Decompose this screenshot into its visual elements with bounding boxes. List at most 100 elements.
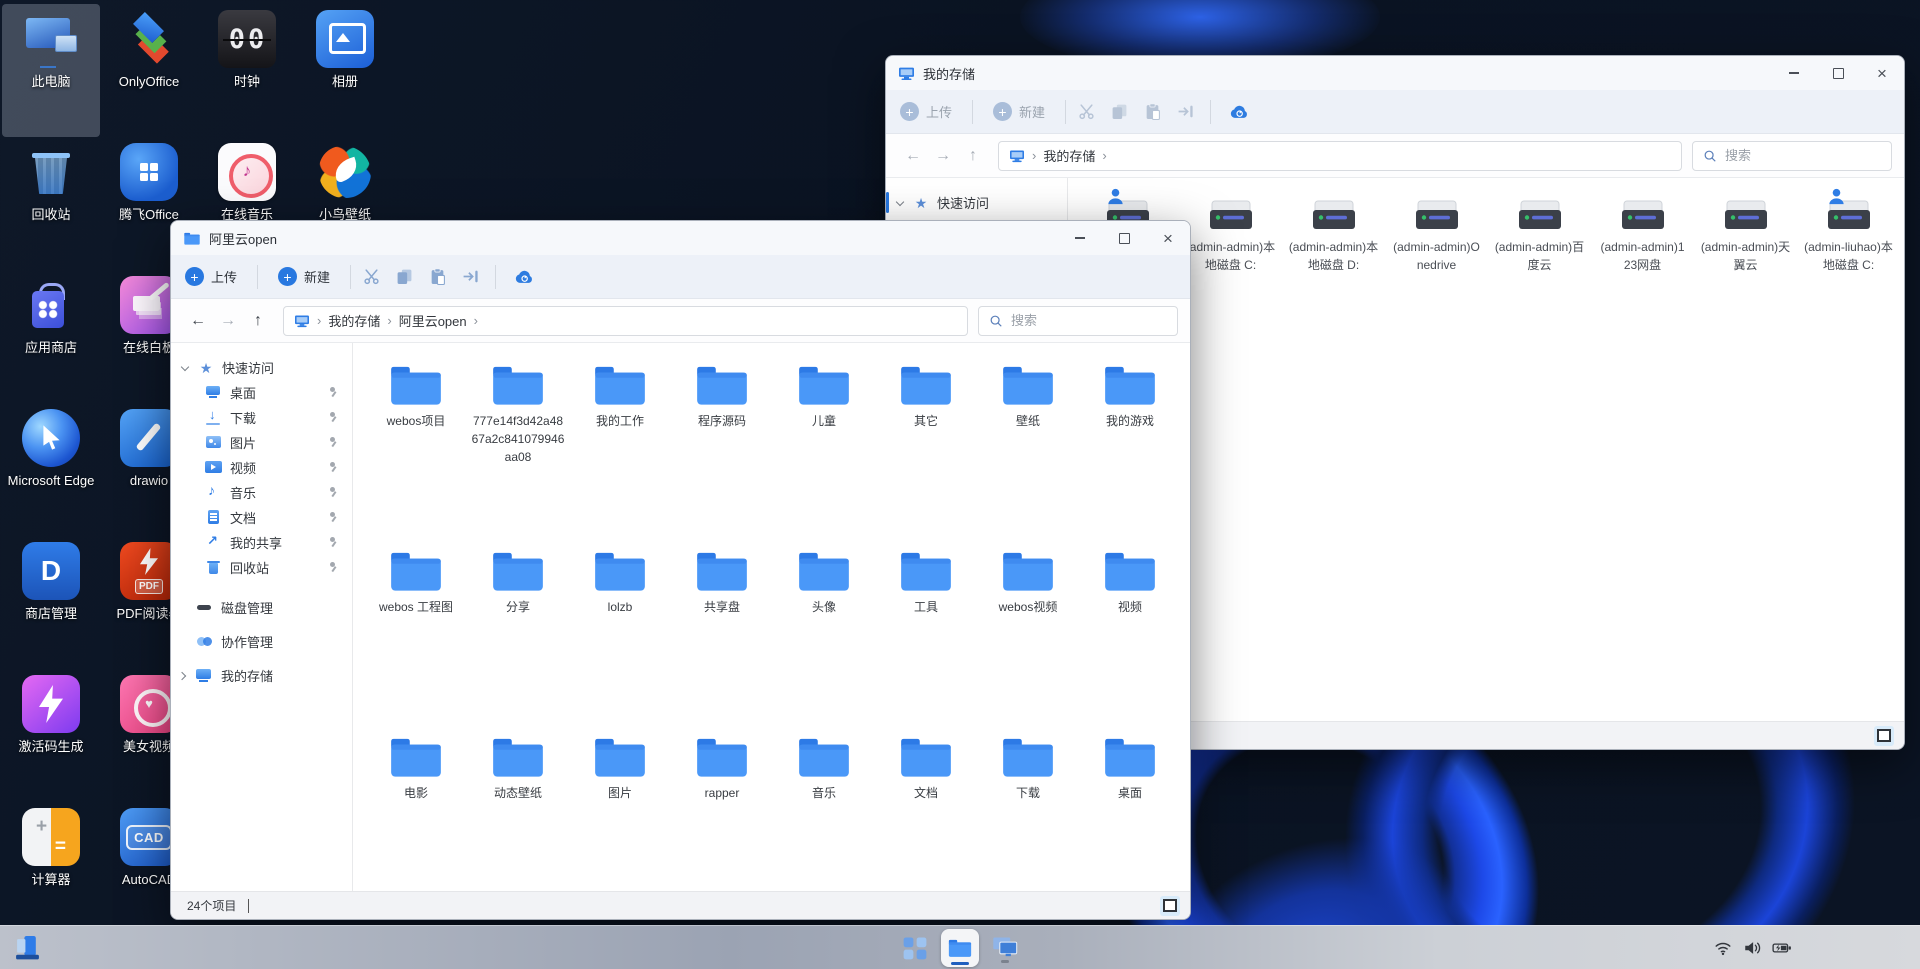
desktop-icon[interactable]: 此电脑 — [2, 4, 100, 137]
folder-item[interactable]: 视频 — [1079, 543, 1181, 729]
folder-item[interactable]: 文档 — [875, 729, 977, 891]
desktop-icon[interactable]: OnlyOffice — [100, 4, 198, 137]
sidebar-item[interactable]: 我的共享 — [171, 530, 352, 555]
folder-item[interactable]: 桌面 — [1079, 729, 1181, 891]
folder-item[interactable]: rapper — [671, 729, 773, 891]
volume-icon[interactable] — [1743, 939, 1761, 957]
view-mode-icon[interactable] — [1160, 896, 1180, 916]
copy-icon[interactable] — [1111, 103, 1128, 120]
upload-button[interactable]: + 上传 — [185, 267, 237, 286]
drive-item[interactable]: (admin-admin)本地磁盘 D: — [1282, 190, 1385, 325]
breadcrumb-item[interactable]: 我的存储 — [1043, 146, 1095, 165]
desktop-icon[interactable]: 计算器 — [2, 802, 100, 935]
sidebar-item[interactable]: 图片 — [171, 430, 352, 455]
folder-item[interactable]: 动态壁纸 — [467, 729, 569, 891]
pin-icon[interactable] — [328, 561, 338, 574]
pin-icon[interactable] — [328, 511, 338, 524]
folder-item[interactable]: 分享 — [467, 543, 569, 729]
cloud-sync-icon[interactable] — [1229, 103, 1249, 120]
folder-item[interactable]: 音乐 — [773, 729, 875, 891]
sidebar-item[interactable]: 回收站 — [171, 555, 352, 580]
sidebar-item-quick-access[interactable]: 快速访问 — [171, 355, 352, 380]
folder-item[interactable]: webos项目 — [365, 357, 467, 543]
folder-item[interactable]: 共享盘 — [671, 543, 773, 729]
cloud-sync-icon[interactable] — [514, 268, 534, 285]
move-icon[interactable] — [462, 268, 479, 285]
drive-item[interactable]: (admin-admin)天翼云 — [1694, 190, 1797, 325]
chevron-down-icon[interactable] — [896, 198, 905, 207]
chevron-down-icon[interactable] — [181, 363, 190, 372]
up-icon[interactable]: ↑ — [243, 312, 273, 330]
titlebar[interactable]: 我的存储 — [886, 56, 1904, 90]
search-input[interactable] — [1725, 148, 1881, 163]
move-icon[interactable] — [1177, 103, 1194, 120]
drive-item[interactable]: (admin-admin)Onedrive — [1385, 190, 1488, 325]
folder-item[interactable]: webos 工程图 — [365, 543, 467, 729]
folder-item[interactable]: 下载 — [977, 729, 1079, 891]
folder-item[interactable]: 壁纸 — [977, 357, 1079, 543]
forward-icon[interactable]: → — [928, 147, 958, 165]
minimize-button[interactable] — [1772, 56, 1816, 90]
up-icon[interactable]: ↑ — [958, 147, 988, 165]
paste-icon[interactable] — [1144, 103, 1161, 120]
cut-icon[interactable] — [363, 268, 380, 285]
desktop-icon[interactable]: 相册 — [296, 4, 394, 137]
sidebar-item[interactable]: 桌面 — [171, 380, 352, 405]
new-button[interactable]: + 新建 — [993, 102, 1045, 121]
desktop-icon[interactable]: 回收站 — [2, 137, 100, 270]
folder-item[interactable]: 头像 — [773, 543, 875, 729]
maximize-button[interactable] — [1102, 221, 1146, 255]
desktop-icon[interactable]: 应用商店 — [2, 270, 100, 403]
drive-item[interactable]: (admin-admin)本地磁盘 C: — [1179, 190, 1282, 325]
copy-icon[interactable] — [396, 268, 413, 285]
folder-item[interactable]: 电影 — [365, 729, 467, 891]
wifi-icon[interactable] — [1714, 939, 1732, 957]
drive-item[interactable]: (admin-admin)123网盘 — [1591, 190, 1694, 325]
folder-item[interactable]: 我的游戏 — [1079, 357, 1181, 543]
desktop-icon[interactable]: 00 时钟 — [198, 4, 296, 137]
close-button[interactable] — [1860, 56, 1904, 90]
sidebar-item[interactable]: 文档 — [171, 505, 352, 530]
cut-icon[interactable] — [1078, 103, 1095, 120]
desktop-icon[interactable]: Microsoft Edge — [2, 403, 100, 536]
folder-item[interactable]: webos视频 — [977, 543, 1079, 729]
pin-icon[interactable] — [328, 386, 338, 399]
upload-button[interactable]: + 上传 — [900, 102, 952, 121]
sidebar-item-quick-access[interactable]: 快速访问 — [886, 190, 1067, 215]
folder-item[interactable]: 程序源码 — [671, 357, 773, 543]
search-input[interactable] — [1011, 313, 1167, 328]
drive-item[interactable]: (admin-liuhao)本地磁盘 C: — [1797, 190, 1900, 325]
pin-icon[interactable] — [328, 536, 338, 549]
folder-item[interactable]: 工具 — [875, 543, 977, 729]
start-button[interactable] — [14, 935, 41, 962]
sidebar-item-disk-management[interactable]: 磁盘管理 — [171, 592, 352, 622]
paste-icon[interactable] — [429, 268, 446, 285]
breadcrumb[interactable]: 我的存储 — [998, 141, 1682, 171]
drive-item[interactable]: (admin-admin)百度云 — [1488, 190, 1591, 325]
pin-icon[interactable] — [328, 461, 338, 474]
task-view-icon[interactable] — [898, 931, 932, 965]
breadcrumb[interactable]: 我的存储 阿里云open — [283, 306, 968, 336]
folder-item[interactable]: 777e14f3d42a4867a2c841079946aa08 — [467, 357, 569, 543]
display-devices-icon[interactable] — [988, 931, 1022, 965]
back-icon[interactable]: ← — [898, 147, 928, 165]
file-explorer-icon[interactable] — [941, 929, 979, 967]
minimize-button[interactable] — [1058, 221, 1102, 255]
folder-item[interactable]: 其它 — [875, 357, 977, 543]
breadcrumb-item[interactable]: 阿里云open — [399, 311, 467, 330]
breadcrumb-item[interactable]: 我的存储 — [328, 311, 380, 330]
pin-icon[interactable] — [328, 486, 338, 499]
close-button[interactable] — [1146, 221, 1190, 255]
new-button[interactable]: + 新建 — [278, 267, 330, 286]
folder-item[interactable]: 图片 — [569, 729, 671, 891]
desktop-icon[interactable]: D 商店管理 — [2, 536, 100, 669]
chevron-right-icon[interactable] — [179, 671, 188, 680]
pin-icon[interactable] — [328, 411, 338, 424]
sidebar-item[interactable]: 下载 — [171, 405, 352, 430]
back-icon[interactable]: ← — [183, 312, 213, 330]
pin-icon[interactable] — [328, 436, 338, 449]
maximize-button[interactable] — [1816, 56, 1860, 90]
titlebar[interactable]: 阿里云open — [171, 221, 1190, 255]
sidebar-item-collaboration[interactable]: 协作管理 — [171, 626, 352, 656]
forward-icon[interactable]: → — [213, 312, 243, 330]
